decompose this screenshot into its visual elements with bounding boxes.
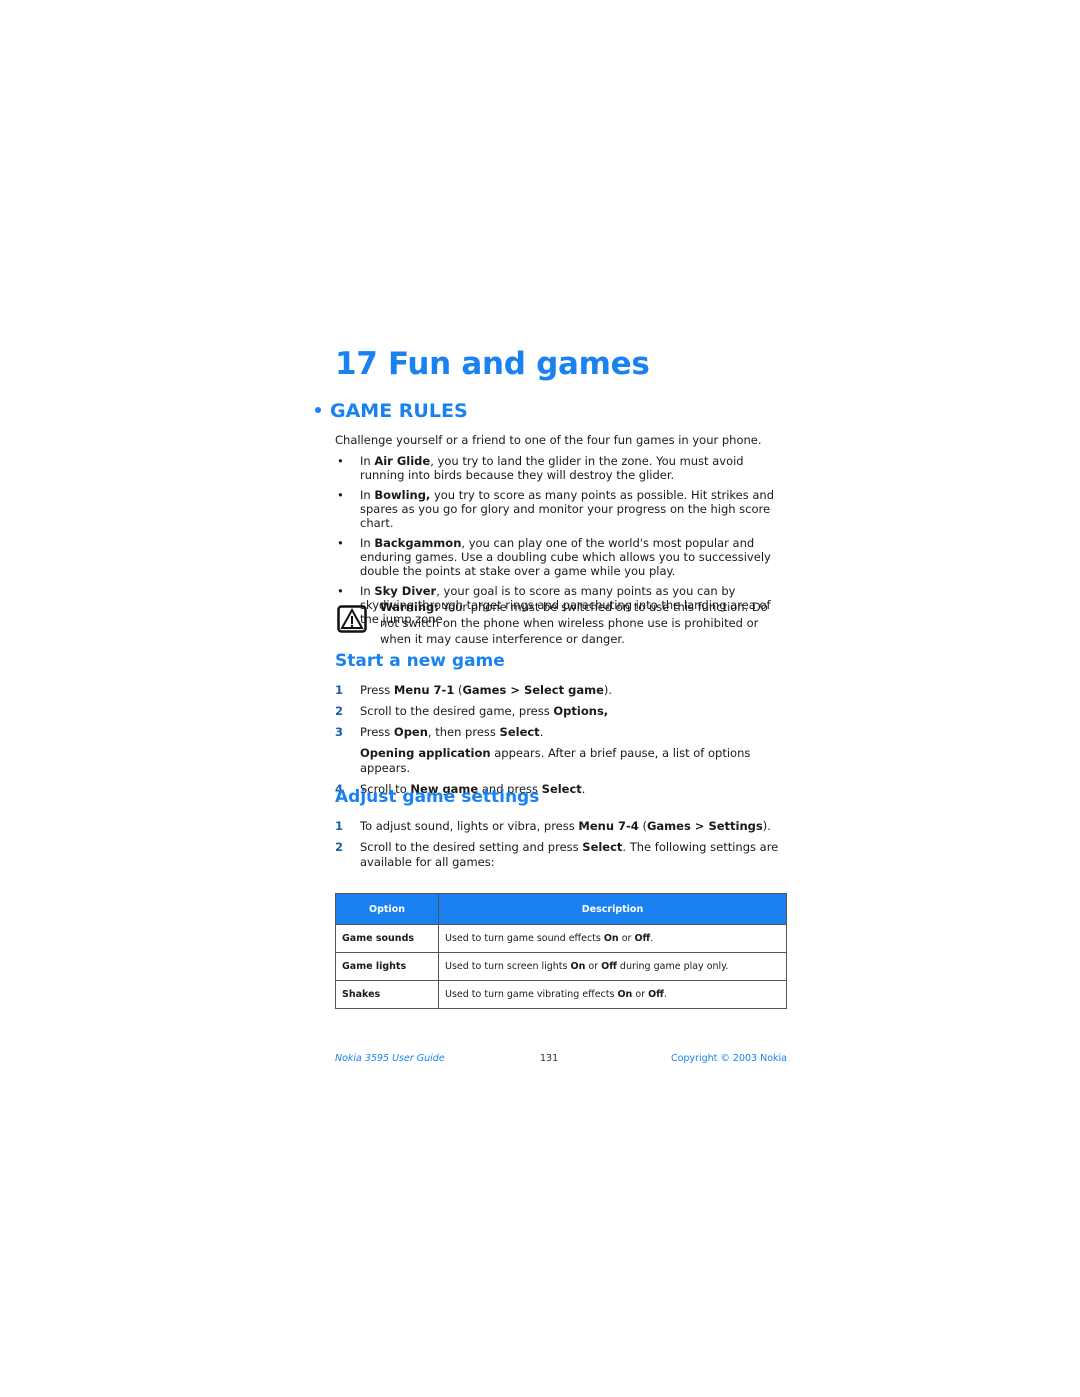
step-item: 1 Press Menu 7-1 (Games > Select game). xyxy=(335,683,787,698)
game-list-item: • In Bowling, you try to score as many po… xyxy=(335,488,787,530)
bold-term: Opening application xyxy=(360,746,491,760)
warning-icon xyxy=(337,605,367,633)
footer-copyright: Copyright © 2003 Nokia xyxy=(670,1053,787,1064)
bold-term: Off xyxy=(648,989,664,1000)
step-number: 1 xyxy=(335,819,344,833)
text-run: Press xyxy=(360,725,394,739)
step-item: Opening application appears. After a bri… xyxy=(335,746,787,776)
description-cell: Used to turn screen lights On or Off dur… xyxy=(438,952,787,981)
step-number: 1 xyxy=(335,683,344,697)
text-run: ). xyxy=(762,819,771,833)
text-run: , then press xyxy=(427,725,500,739)
intro-text: Challenge yourself or a friend to one of… xyxy=(335,433,762,447)
text-run: Press xyxy=(360,683,394,697)
page-number: 131 xyxy=(540,1053,559,1064)
warning-body: Your phone must be switched on to use th… xyxy=(380,600,768,646)
text-run: Used to turn game sound effects xyxy=(445,933,604,944)
footer-guide-title: Nokia 3595 User Guide xyxy=(335,1053,445,1064)
table-row: Game lights Used to turn screen lights On… xyxy=(335,952,787,981)
description-cell: Used to turn game sound effects On or Of… xyxy=(438,924,787,953)
step-number: 3 xyxy=(335,725,344,739)
text-run: Scroll to the desired setting and press xyxy=(360,840,583,854)
bullet-icon: • xyxy=(337,584,344,598)
step-item: 2 Scroll to the desired setting and press… xyxy=(335,840,787,870)
header-option: Option xyxy=(335,893,439,925)
bold-term: Options, xyxy=(553,704,609,718)
bold-term: Menu 7-4 xyxy=(578,819,639,833)
warning-note: Warning: Your phone must be switched on … xyxy=(335,599,787,647)
bold-term: Select xyxy=(499,725,540,739)
bullet-dot-icon xyxy=(315,406,321,413)
bold-term: Menu 7-1 xyxy=(393,683,455,697)
text-run: or xyxy=(618,933,635,944)
bold-term: On xyxy=(603,933,619,944)
step-number: 2 xyxy=(335,704,344,718)
bullet-icon: • xyxy=(337,454,344,468)
header-description: Description xyxy=(438,893,787,925)
text-run: Used to turn game vibrating effects xyxy=(445,989,618,1000)
bold-term: Off xyxy=(634,933,651,944)
bold-term: Games > Settings xyxy=(646,819,763,833)
text-run: Used to turn screen lights xyxy=(445,961,571,972)
bold-term: Games > Select game xyxy=(462,683,604,697)
bullet-icon: • xyxy=(337,536,344,550)
text-run: . xyxy=(650,933,654,944)
text-run: or xyxy=(632,989,649,1000)
game-list-item: • In Air Glide, you try to land the glide… xyxy=(335,454,787,482)
bold-term: Off xyxy=(601,961,617,972)
start-new-game-title: Start a new game xyxy=(335,651,505,671)
adjust-settings-title: Adjust game settings xyxy=(335,787,540,807)
chapter-title: 17 Fun and games xyxy=(335,346,650,382)
warning-label: Warning: xyxy=(380,600,439,614)
bullet-prefix: In xyxy=(360,488,375,502)
bullet-prefix: In xyxy=(360,454,375,468)
game-name: Backgammon xyxy=(374,536,462,550)
bullet-icon: • xyxy=(337,488,344,502)
text-run: . xyxy=(581,782,586,796)
text-run: during game play only. xyxy=(616,961,729,972)
option-cell: Game lights xyxy=(335,952,439,981)
settings-table: Option Description Game sounds Used to tu… xyxy=(335,893,787,1009)
text-run: ( xyxy=(638,819,647,833)
table-row: Game sounds Used to turn game sound effec… xyxy=(335,924,787,953)
description-cell: Used to turn game vibrating effects On o… xyxy=(438,980,787,1009)
warning-text: Warning: Your phone must be switched on … xyxy=(380,599,790,647)
game-list-item: • In Backgammon, you can play one of the … xyxy=(335,536,787,578)
table-header-row: Option Description xyxy=(335,893,787,925)
option-cell: Shakes xyxy=(335,980,439,1009)
section-title: GAME RULES xyxy=(315,400,468,422)
text-run: . xyxy=(539,725,544,739)
option-cell: Game sounds xyxy=(335,924,439,953)
text-run: ). xyxy=(603,683,613,697)
text-run: To adjust sound, lights or vibra, press xyxy=(360,819,579,833)
bold-term: On xyxy=(617,989,633,1000)
text-run: . xyxy=(663,989,667,1000)
table-row: Shakes Used to turn game vibrating effect… xyxy=(335,980,787,1009)
start-new-game-steps: 1 Press Menu 7-1 (Games > Select game). 2 S… xyxy=(335,683,787,803)
game-name: Air Glide xyxy=(374,454,431,468)
section-title-text: GAME RULES xyxy=(330,400,468,422)
text-run: or xyxy=(585,961,602,972)
bold-term: On xyxy=(570,961,586,972)
game-name: Sky Diver xyxy=(374,584,437,598)
bullet-prefix: In xyxy=(360,584,375,598)
bold-term: Open xyxy=(393,725,428,739)
bullet-prefix: In xyxy=(360,536,375,550)
adjust-settings-steps: 1 To adjust sound, lights or vibra, press… xyxy=(335,819,787,876)
step-item: 2 Scroll to the desired game, press Optio… xyxy=(335,704,787,719)
bold-term: Select xyxy=(582,840,623,854)
text-run: Scroll to the desired game, press xyxy=(360,704,554,718)
bold-term: Select xyxy=(541,782,582,796)
step-item: 3 Press Open, then press Select. xyxy=(335,725,787,740)
step-number: 2 xyxy=(335,840,344,854)
game-name: Bowling, xyxy=(374,488,431,502)
step-item: 1 To adjust sound, lights or vibra, press… xyxy=(335,819,787,834)
